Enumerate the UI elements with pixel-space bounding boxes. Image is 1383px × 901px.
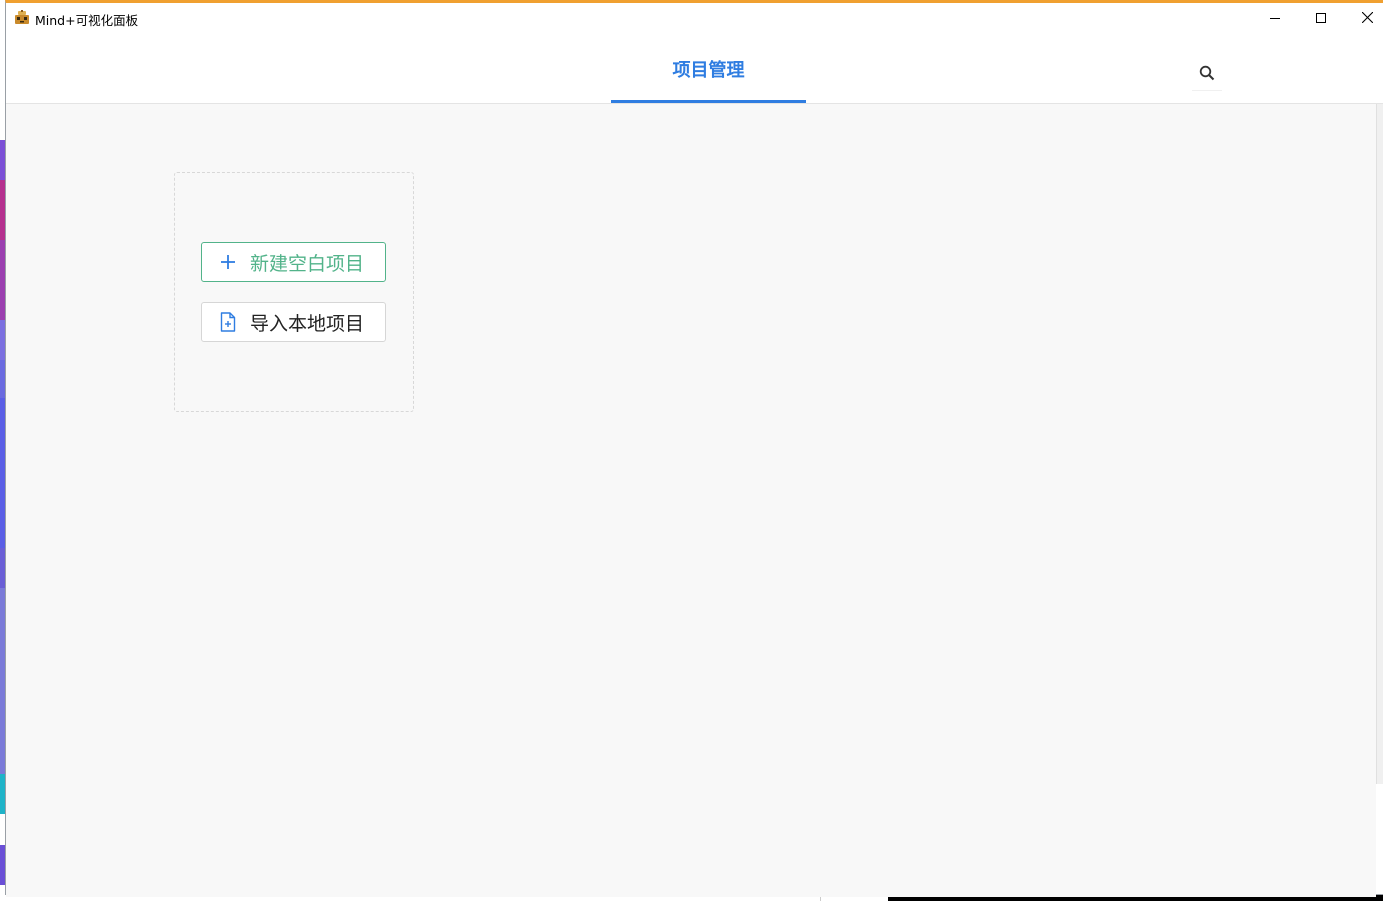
app-window: Mind+可视化面板 项目管理 新建空白项目 导入本地项目 xyxy=(5,0,1383,897)
header-bar: 项目管理 xyxy=(6,36,1383,104)
tab-project-management[interactable]: 项目管理 xyxy=(611,36,806,103)
new-blank-project-label: 新建空白项目 xyxy=(250,252,365,275)
minimize-button[interactable] xyxy=(1252,3,1298,35)
new-blank-project-button[interactable]: 新建空白项目 xyxy=(201,242,386,282)
search-button[interactable] xyxy=(1192,59,1222,91)
import-local-project-button[interactable]: 导入本地项目 xyxy=(201,302,386,342)
import-local-project-label: 导入本地项目 xyxy=(250,312,365,335)
search-icon xyxy=(1199,65,1215,85)
tab-label: 项目管理 xyxy=(672,60,745,81)
active-tab-indicator xyxy=(611,100,806,103)
maximize-icon xyxy=(1316,11,1326,27)
window-title: Mind+可视化面板 xyxy=(35,13,139,28)
project-area: 新建空白项目 导入本地项目 xyxy=(6,104,1376,897)
maximize-button[interactable] xyxy=(1298,3,1344,35)
plus-icon xyxy=(218,252,238,272)
close-icon xyxy=(1361,11,1373,27)
minimize-icon xyxy=(1270,11,1280,27)
title-bar: Mind+可视化面板 xyxy=(6,3,1383,36)
close-button[interactable] xyxy=(1344,3,1383,35)
file-add-icon xyxy=(218,312,238,332)
app-logo-icon xyxy=(14,10,30,25)
vertical-scrollbar[interactable] xyxy=(1376,104,1383,784)
project-actions-card: 新建空白项目 导入本地项目 xyxy=(174,172,414,412)
